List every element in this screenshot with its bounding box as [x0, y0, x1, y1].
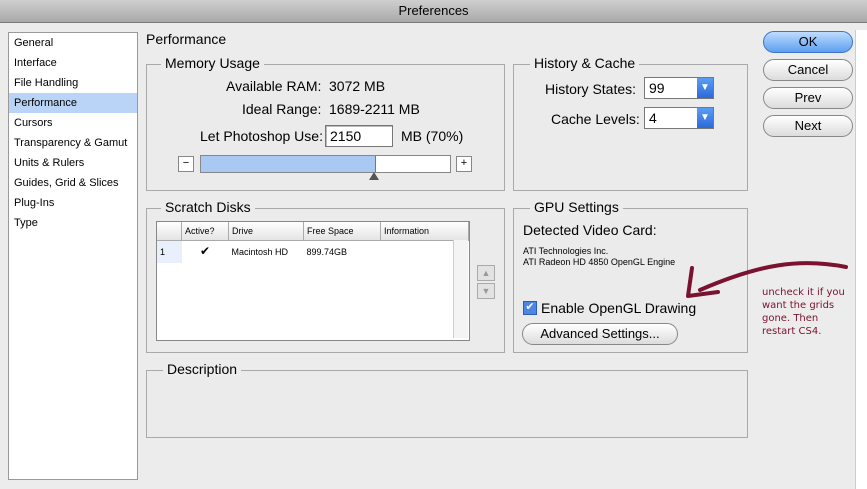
annotation-arrow — [686, 261, 848, 298]
annotation-note: uncheck it if you want the grids gone. T… — [762, 287, 845, 337]
